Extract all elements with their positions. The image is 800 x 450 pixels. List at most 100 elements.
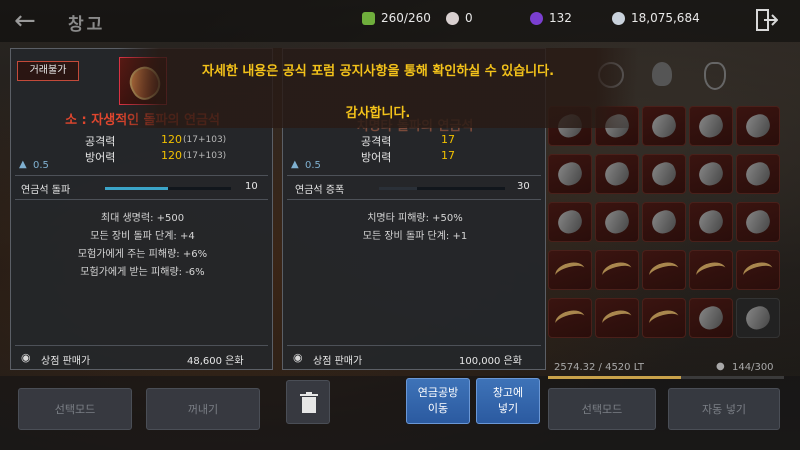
stone-item-icon	[554, 159, 586, 189]
inventory-slot[interactable]	[642, 202, 686, 242]
effect-line: 치명타 피해량: +50%	[367, 213, 463, 224]
money-bag-icon: ◉	[21, 351, 31, 364]
horn-item-icon	[694, 259, 728, 285]
inventory-slot[interactable]	[689, 202, 733, 242]
inventory-slot[interactable]	[736, 250, 780, 290]
inventory-slot[interactable]	[736, 202, 780, 242]
effect-line: 모든 장비 돌파 단계: +4	[90, 231, 195, 242]
flask-tab-icon[interactable]	[704, 62, 726, 90]
select-mode-button[interactable]: 선택모드	[548, 388, 656, 430]
inventory-slot[interactable]	[595, 250, 639, 290]
stone-item-icon	[648, 111, 680, 141]
inventory-slot[interactable]	[736, 298, 780, 338]
weight-icon: ▲	[19, 159, 27, 170]
level-label: 연금석 증폭	[295, 185, 345, 196]
pearl-counter: 0	[446, 11, 473, 25]
trash-icon	[300, 392, 318, 413]
effect-line: 최대 생명력: +500	[100, 213, 185, 224]
stone-item-icon	[742, 159, 774, 189]
inventory-slot[interactable]	[595, 298, 639, 338]
defense-label: 방어력	[361, 151, 392, 164]
level-bar-fill	[105, 187, 168, 190]
stone-item-icon	[648, 159, 680, 189]
inventory-slot[interactable]	[548, 250, 592, 290]
attack-value: 17	[441, 133, 455, 146]
inventory-slot[interactable]	[595, 154, 639, 194]
attack-label: 공격력	[85, 135, 116, 148]
select-mode-button[interactable]: 선택모드	[18, 388, 132, 430]
slot-count: 144/300	[732, 362, 774, 373]
inventory-slot[interactable]	[689, 106, 733, 146]
energy-counter: 260/260	[362, 11, 431, 25]
stone-item-icon	[695, 159, 727, 189]
effect-line: 모든 장비 돌파 단계: +1	[362, 231, 468, 242]
defense-label: 방어력	[85, 151, 116, 164]
silver-icon	[612, 11, 625, 25]
inventory-slot[interactable]	[642, 298, 686, 338]
inventory-slot[interactable]	[689, 154, 733, 194]
stone-item-icon	[601, 159, 633, 189]
inventory-slot[interactable]	[689, 250, 733, 290]
page-title: 창고	[68, 15, 106, 35]
untradeable-badge: 거래불가	[17, 61, 79, 81]
stone-item-icon	[695, 111, 727, 141]
stone-item-icon	[648, 207, 680, 237]
stone-item-icon	[554, 207, 586, 237]
gem-tab-icon[interactable]	[652, 62, 672, 86]
back-arrow-icon[interactable]: ←	[14, 6, 36, 36]
silver-counter: 18,075,684	[612, 11, 700, 25]
attack-value: 120	[161, 133, 182, 146]
level-value: 30	[517, 181, 530, 192]
level-bar-fill	[379, 187, 417, 190]
inventory-slot[interactable]	[548, 298, 592, 338]
inventory-slot[interactable]	[736, 154, 780, 194]
inventory-slot[interactable]	[736, 106, 780, 146]
take-out-button[interactable]: 꺼내기	[146, 388, 260, 430]
bag-icon: ●	[716, 361, 725, 372]
crystal-counter: 132	[530, 11, 572, 25]
effect-line: 모험가에게 받는 피해량: -6%	[80, 267, 205, 278]
inventory-slot[interactable]	[642, 106, 686, 146]
horn-item-icon	[600, 259, 634, 285]
inventory-slot[interactable]	[548, 202, 592, 242]
delete-button[interactable]	[286, 380, 330, 424]
defense-value: 120	[161, 149, 182, 162]
notice-banner: 자세한 내용은 공식 포럼 공지사항을 통해 확인하실 수 있습니다. 감사합니…	[118, 48, 638, 128]
crystal-value: 132	[549, 11, 572, 25]
weight-value: 0.5	[305, 160, 321, 171]
horn-item-icon	[647, 259, 681, 285]
horn-item-icon	[553, 307, 587, 333]
inventory-slot[interactable]	[642, 154, 686, 194]
stone-item-icon	[695, 207, 727, 237]
stone-item-icon	[742, 303, 774, 333]
stone-item-icon	[601, 207, 633, 237]
attack-detail: (17+103)	[183, 135, 227, 145]
auto-store-button[interactable]: 자동 넣기	[668, 388, 780, 430]
inventory-slot[interactable]	[689, 298, 733, 338]
inventory-slots	[548, 106, 784, 346]
horn-item-icon	[600, 307, 634, 333]
horn-item-icon	[647, 307, 681, 333]
level-label: 연금석 돌파	[21, 185, 71, 196]
attack-label: 공격력	[361, 135, 392, 148]
inventory-slot[interactable]	[548, 154, 592, 194]
inventory-slot[interactable]	[595, 202, 639, 242]
sell-price-label: 상점 판매가	[41, 356, 91, 367]
defense-value: 17	[441, 149, 455, 162]
silver-value: 18,075,684	[631, 11, 700, 25]
stone-item-icon	[742, 207, 774, 237]
horn-item-icon	[741, 259, 775, 285]
energy-value: 260/260	[381, 11, 431, 25]
weight-bar	[548, 376, 784, 379]
exit-icon[interactable]	[756, 8, 778, 32]
pearl-value: 0	[465, 11, 473, 25]
weight-readout: 2574.32 / 4520 LT	[554, 362, 645, 373]
move-to-alchemy-button[interactable]: 연금공방 이동	[406, 378, 470, 424]
defense-detail: (17+103)	[183, 151, 227, 161]
inventory-slot[interactable]	[642, 250, 686, 290]
weight-bar-fill	[548, 376, 681, 379]
notice-line-1: 자세한 내용은 공식 포럼 공지사항을 통해 확인하실 수 있습니다.	[201, 64, 555, 79]
store-in-warehouse-button[interactable]: 창고에 넣기	[476, 378, 540, 424]
sell-price-label: 상점 판매가	[313, 356, 363, 367]
money-bag-icon: ◉	[293, 351, 303, 364]
